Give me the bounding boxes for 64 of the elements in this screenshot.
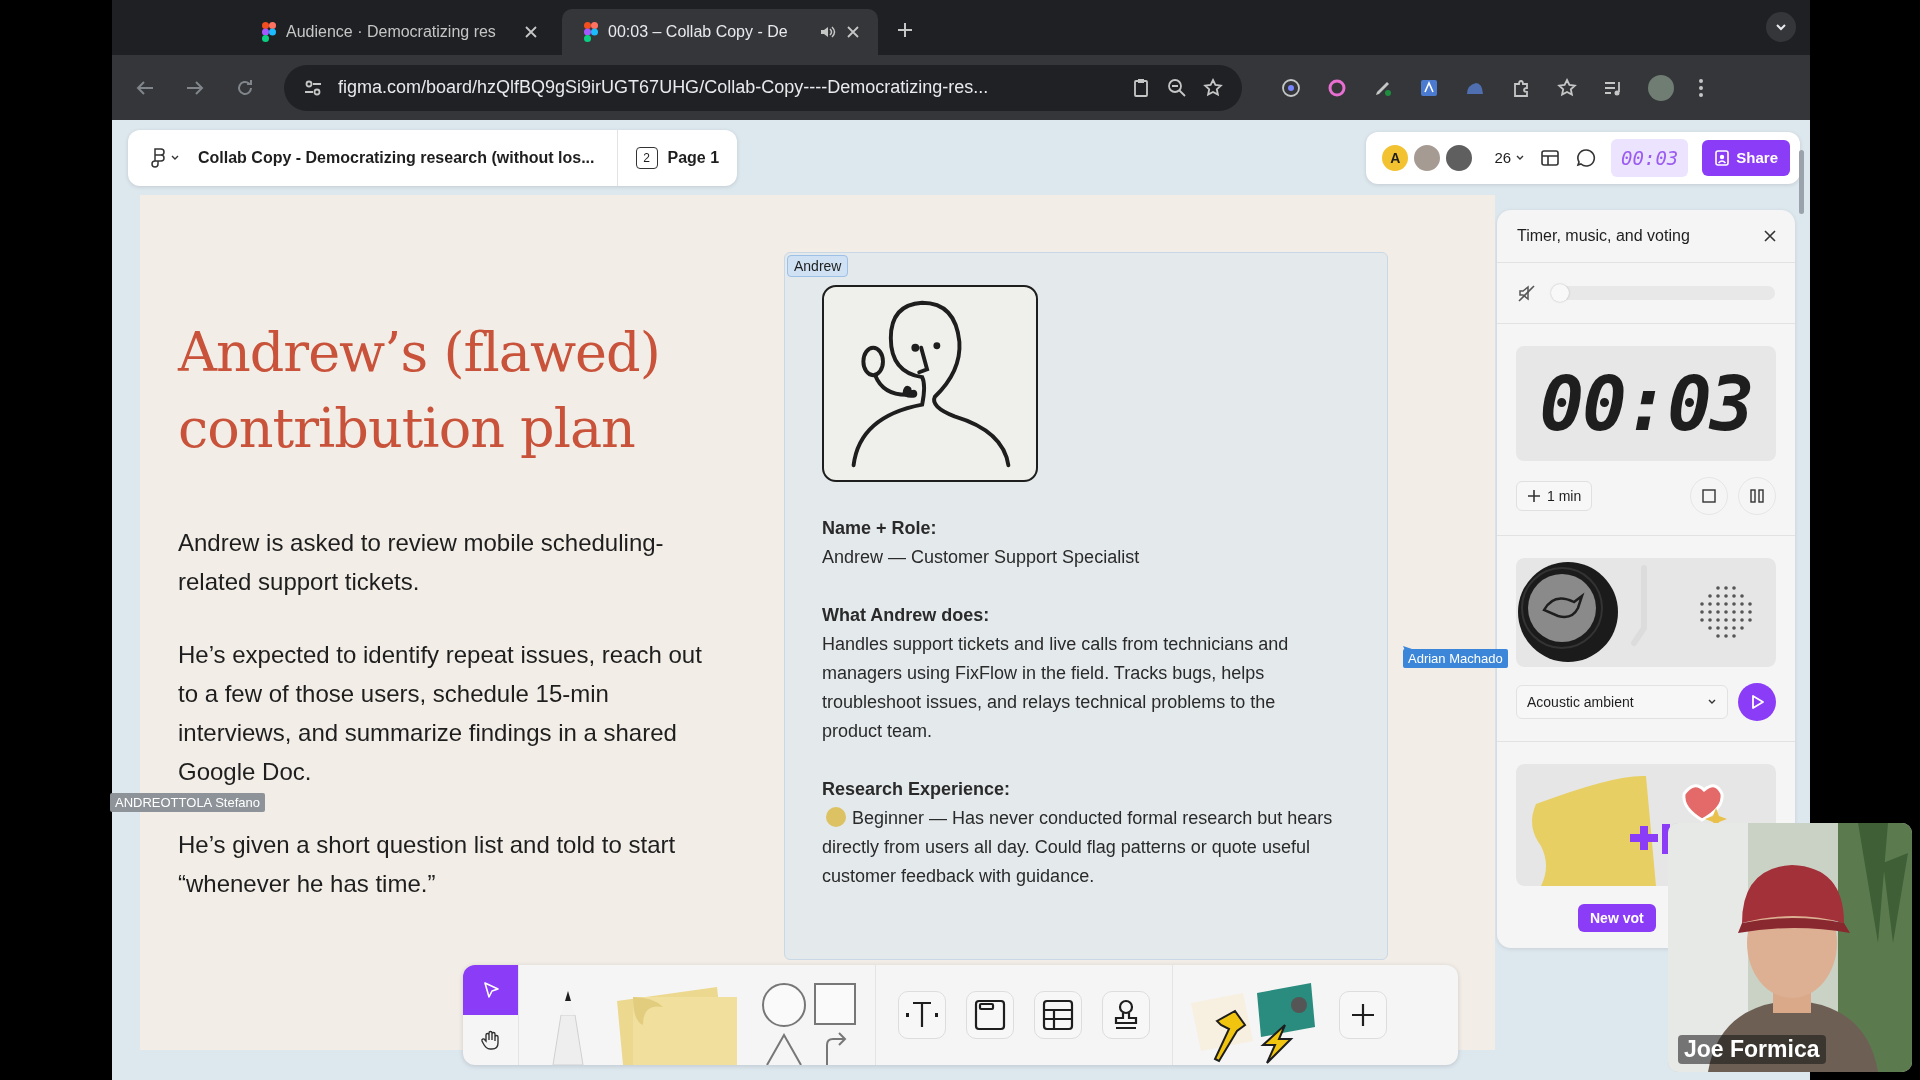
browser-tab[interactable]: 00:03 – Collab Copy - De bbox=[562, 9, 878, 55]
text-icon bbox=[904, 1000, 940, 1030]
text-tool[interactable] bbox=[898, 991, 946, 1039]
cursor-label: Adrian Machado bbox=[1403, 649, 1508, 668]
figma-logo-icon bbox=[262, 22, 276, 42]
page-count-icon: 2 bbox=[635, 146, 658, 169]
card-tag: Andrew bbox=[787, 255, 849, 277]
shapes-tool[interactable] bbox=[761, 981, 857, 1065]
section-heading: Research Experience: bbox=[822, 778, 1012, 801]
file-name[interactable]: Collab Copy - Democratizing research (without los... bbox=[198, 148, 617, 167]
stamp-tool[interactable] bbox=[1102, 991, 1150, 1039]
section-text: Handles support tickets and live calls from technicians and managers using FixFlow in the field. Tracks bugs, helps troubleshoot issues, and relays technical problems to the product team. bbox=[822, 633, 1290, 743]
user-avatar[interactable]: A bbox=[1380, 142, 1411, 173]
pause-button[interactable] bbox=[1738, 477, 1776, 515]
slide-paragraph: He’s expected to identify repeat issues, reach out to a few of those users, schedule 15-min interviews, and summarize findings in a shared Google Doc. bbox=[178, 640, 703, 787]
table-icon bbox=[1041, 998, 1075, 1032]
stop-button[interactable] bbox=[1690, 477, 1728, 515]
cursor-label: ANDREOTTOLA Stefano bbox=[110, 793, 265, 812]
address-bar[interactable]: figma.com/board/hzQlfBQ9gSi9irUGT67UHG/Collab-Copy----Democratizing-res... bbox=[284, 64, 1242, 111]
zoom-icon[interactable] bbox=[1166, 76, 1188, 99]
panel-title: Timer, music, and voting bbox=[1517, 227, 1690, 245]
play-icon bbox=[1749, 694, 1765, 710]
profile-avatar[interactable] bbox=[1648, 74, 1674, 101]
share-button[interactable]: Share bbox=[1702, 139, 1790, 176]
share-person-icon bbox=[1714, 148, 1731, 167]
slide-paragraph: Andrew is asked to review mobile scheduling-related support tickets. bbox=[178, 528, 665, 597]
slider-thumb[interactable] bbox=[1551, 284, 1569, 302]
bookmark-star-icon[interactable] bbox=[1202, 76, 1224, 99]
section-text: Beginner — Has never conducted formal research but hears directly from users all day. Could flag patterns or quote useful customer feedback with guidance. bbox=[822, 806, 1334, 888]
hand-icon bbox=[479, 1029, 502, 1051]
section-text: Andrew — Customer Support Specialist bbox=[822, 546, 1141, 569]
muted-speaker-icon[interactable] bbox=[1517, 283, 1537, 303]
viewer-count[interactable]: 26 bbox=[1494, 149, 1526, 166]
scrollbar[interactable] bbox=[1799, 150, 1804, 214]
support-agent-icon bbox=[822, 285, 1038, 482]
plus-icon bbox=[1527, 489, 1541, 503]
volume-slider[interactable] bbox=[1553, 286, 1775, 300]
stop-icon bbox=[1702, 489, 1716, 503]
star-list-icon[interactable] bbox=[1556, 76, 1578, 99]
add-tool[interactable] bbox=[1339, 991, 1387, 1039]
timer-display: 00:03 bbox=[1516, 346, 1776, 461]
tab-search-button[interactable] bbox=[1766, 12, 1796, 42]
slide-title: Andrew’s (flawed) contribution plan bbox=[178, 320, 661, 462]
new-vote-button[interactable]: New vot bbox=[1578, 904, 1656, 932]
participant-name: Joe Formica bbox=[1678, 1035, 1826, 1064]
figma-menu-icon[interactable] bbox=[150, 146, 166, 169]
section-icon bbox=[973, 998, 1007, 1032]
select-tool[interactable] bbox=[463, 965, 518, 1015]
figma-logo-icon bbox=[584, 22, 598, 42]
section-heading: Name + Role: bbox=[822, 517, 938, 540]
table-tool[interactable] bbox=[1034, 991, 1082, 1039]
browser-tab[interactable]: Audience · Democratizing res bbox=[240, 9, 556, 55]
page-selector[interactable]: 2 Page 1 bbox=[616, 129, 738, 186]
pause-icon bbox=[1750, 489, 1764, 503]
comment-icon[interactable] bbox=[1575, 146, 1598, 169]
play-button[interactable] bbox=[1738, 683, 1776, 721]
slide-paragraph: He’s given a short question list and told to start “whenever he has time.” bbox=[178, 830, 677, 899]
section-tool[interactable] bbox=[966, 991, 1014, 1039]
menu-icon[interactable] bbox=[1698, 76, 1704, 99]
close-icon[interactable] bbox=[1763, 229, 1777, 243]
new-tab-icon[interactable] bbox=[896, 21, 914, 39]
add-minute-button[interactable]: 1 min bbox=[1516, 481, 1593, 511]
track-dropdown[interactable]: Acoustic ambient bbox=[1516, 685, 1728, 719]
section-heading: What Andrew does: bbox=[822, 604, 991, 627]
